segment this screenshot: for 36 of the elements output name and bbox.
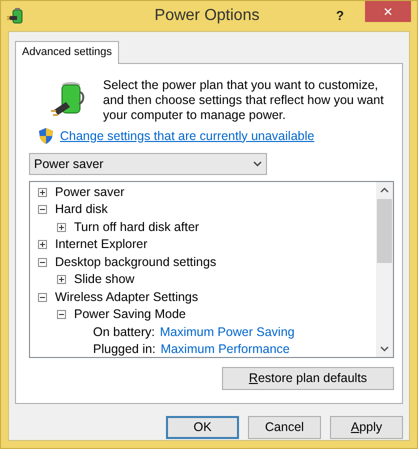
battery-plug-icon xyxy=(51,80,85,118)
setting-label: On battery: xyxy=(93,324,155,341)
tree-item[interactable]: Power saver xyxy=(38,183,376,201)
collapse-icon[interactable] xyxy=(38,292,47,302)
tree-item[interactable]: Turn off hard disk after xyxy=(38,218,376,236)
settings-link[interactable]: Change settings that are currently unavailable xyxy=(60,126,314,146)
expand-icon[interactable] xyxy=(57,275,66,284)
window-title: Power Options xyxy=(154,6,260,26)
collapse-icon[interactable] xyxy=(38,258,47,266)
collapse-icon[interactable] xyxy=(38,205,47,214)
dialog-button[interactable]: OK xyxy=(166,416,239,438)
tree-item[interactable]: Internet Explorer xyxy=(38,236,376,254)
setting-value[interactable]: Maximum Power Saving xyxy=(160,322,295,342)
tab[interactable]: Advanced settings xyxy=(15,41,119,64)
tree-item[interactable]: Slide show xyxy=(38,270,376,288)
chevron-down-icon xyxy=(253,161,262,168)
tree-item[interactable]: Hard disk xyxy=(38,200,376,218)
expand-icon[interactable] xyxy=(38,240,47,249)
tree-item[interactable]: Power Saving Mode xyxy=(38,306,376,324)
expand-icon[interactable] xyxy=(57,222,66,232)
restore-button[interactable]: Restore plan defaults xyxy=(222,367,394,390)
expand-icon[interactable] xyxy=(38,188,47,196)
battery-plug-icon xyxy=(7,7,25,25)
collapse-icon[interactable] xyxy=(57,310,66,319)
description-text: Select the power plan that you want to customize, and then choose settings that reflect how you want your computer to manage power. xyxy=(103,78,385,122)
close-button[interactable]: ✕ xyxy=(365,1,411,22)
dialog-button[interactable]: Cancel xyxy=(248,416,321,438)
tree-item[interactable]: Wireless Adapter Settings xyxy=(38,288,376,306)
shield-icon xyxy=(39,128,53,144)
setting-label: Plugged in: xyxy=(93,341,156,358)
tree-item[interactable]: Desktop background settings xyxy=(38,253,376,271)
scrollbar-thumb[interactable] xyxy=(377,199,392,264)
dialog-button[interactable]: Apply xyxy=(330,416,403,438)
help-button[interactable]: ? xyxy=(327,5,353,27)
plan-dropdown[interactable]: Power saver xyxy=(29,153,267,176)
setting-value[interactable]: Maximum Performance xyxy=(160,340,290,358)
